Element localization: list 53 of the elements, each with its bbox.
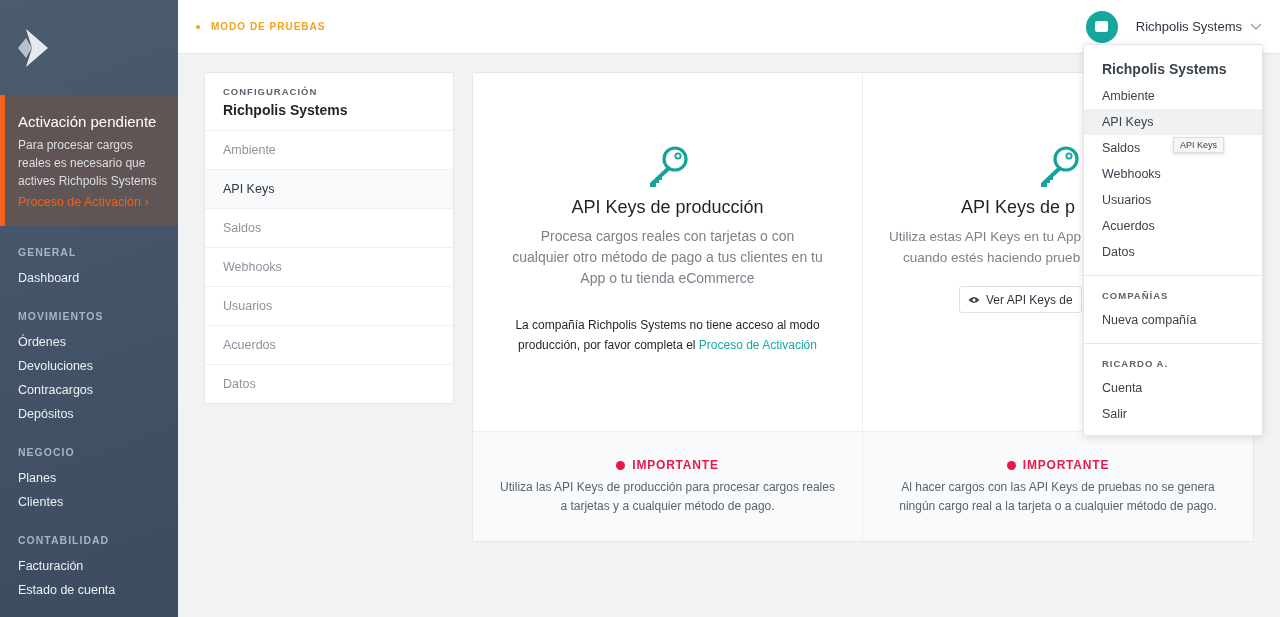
config-menu-item[interactable]: API Keys (205, 170, 453, 209)
alert-icon (1006, 460, 1016, 470)
sidebar-item[interactable]: Planes (18, 466, 57, 490)
mode-dot-icon (196, 24, 200, 29)
view-keys-button[interactable]: Ver API Keys de (959, 286, 1082, 313)
access-notice: La compañía Richpolis Systems no tiene acceso al modo producción, por favor completa el Proceso de Activación (514, 317, 821, 354)
eye-icon (968, 295, 980, 304)
dropdown-heading: COMPAÑÍAS (1101, 289, 1170, 303)
logo-icon (18, 28, 48, 67)
card-title: API Keys de p (961, 197, 1076, 218)
caret-icon (1250, 22, 1262, 31)
sidebar-item[interactable]: Órdenes (18, 330, 66, 354)
config-kicker: CONFIGURACIÓN (223, 86, 319, 97)
section-heading: CONTABILIDAD (18, 534, 110, 546)
dropdown-heading: RICARDO A. (1101, 357, 1170, 371)
sidebar-item[interactable]: Dashboard (18, 266, 80, 290)
sidebar-item[interactable]: Estado de cuenta (18, 578, 116, 602)
card-description: Utiliza estas API Keys en tu App (889, 228, 1082, 246)
important-text: Al hacer cargos con las API Keys de pruebas no se genera ningún cargo real a la tarjeta o a cualquier método de pago. (898, 479, 1218, 515)
account-menu-button[interactable]: Richpolis Systems (1135, 19, 1242, 34)
important-text: Utiliza las API Keys de producción para procesar cargos reales a tarjetas y a cualquier método de pago. (499, 479, 836, 515)
section-heading: GENERAL (18, 246, 77, 258)
dropdown-item[interactable]: Nueva compañía (1084, 307, 1215, 333)
dropdown-item[interactable]: Datos (1084, 239, 1153, 265)
alert-icon (616, 460, 626, 470)
activation-title: Activación pendiente (18, 113, 158, 130)
sidebar-item[interactable]: Facturación (18, 554, 84, 578)
sidebar-item[interactable]: Depósitos (18, 402, 74, 426)
dropdown-item[interactable]: Webhooks (1084, 161, 1179, 187)
section-heading: NEGOCIO (18, 446, 75, 458)
dropdown-item[interactable]: API Keys (1084, 109, 1262, 135)
avatar-icon[interactable] (1085, 10, 1118, 43)
sidebar-item[interactable]: Devoluciones (18, 354, 94, 378)
dropdown-item[interactable]: Salir (1084, 401, 1145, 427)
sidebar-item[interactable]: Clientes (18, 490, 64, 514)
config-title: Richpolis Systems (223, 102, 349, 118)
mode-label: MODO DE PRUEBAS (211, 21, 326, 32)
card-description: cuando estés haciendo prueb (903, 249, 1082, 267)
dropdown-item[interactable]: Ambiente (1084, 83, 1173, 109)
dropdown-item[interactable]: Cuenta (1084, 375, 1161, 401)
dropdown-item[interactable]: Saldos (1084, 135, 1159, 161)
important-label: IMPORTANTE (632, 458, 719, 472)
important-label: IMPORTANTE (1022, 458, 1110, 472)
dropdown-title: Richpolis Systems (1101, 61, 1228, 79)
activation-text: Para procesar cargos reales es necesario que actives Richpolis Systems (18, 137, 158, 190)
section-heading: MOVIMIENTOS (18, 310, 104, 322)
key-icon (1038, 145, 1080, 187)
dropdown-item[interactable]: Usuarios (1084, 187, 1170, 213)
tooltip: API Keys (1173, 137, 1224, 153)
dropdown-item[interactable]: Acuerdos (1084, 213, 1173, 239)
sidebar-item[interactable]: Contracargos (18, 378, 94, 402)
card-description: Procesa cargos reales con tarjetas o con cualquier otro método de pago a tus clientes en tu App o tu tienda eCommerce (511, 227, 824, 288)
card-title: API Keys de producción (571, 197, 764, 218)
